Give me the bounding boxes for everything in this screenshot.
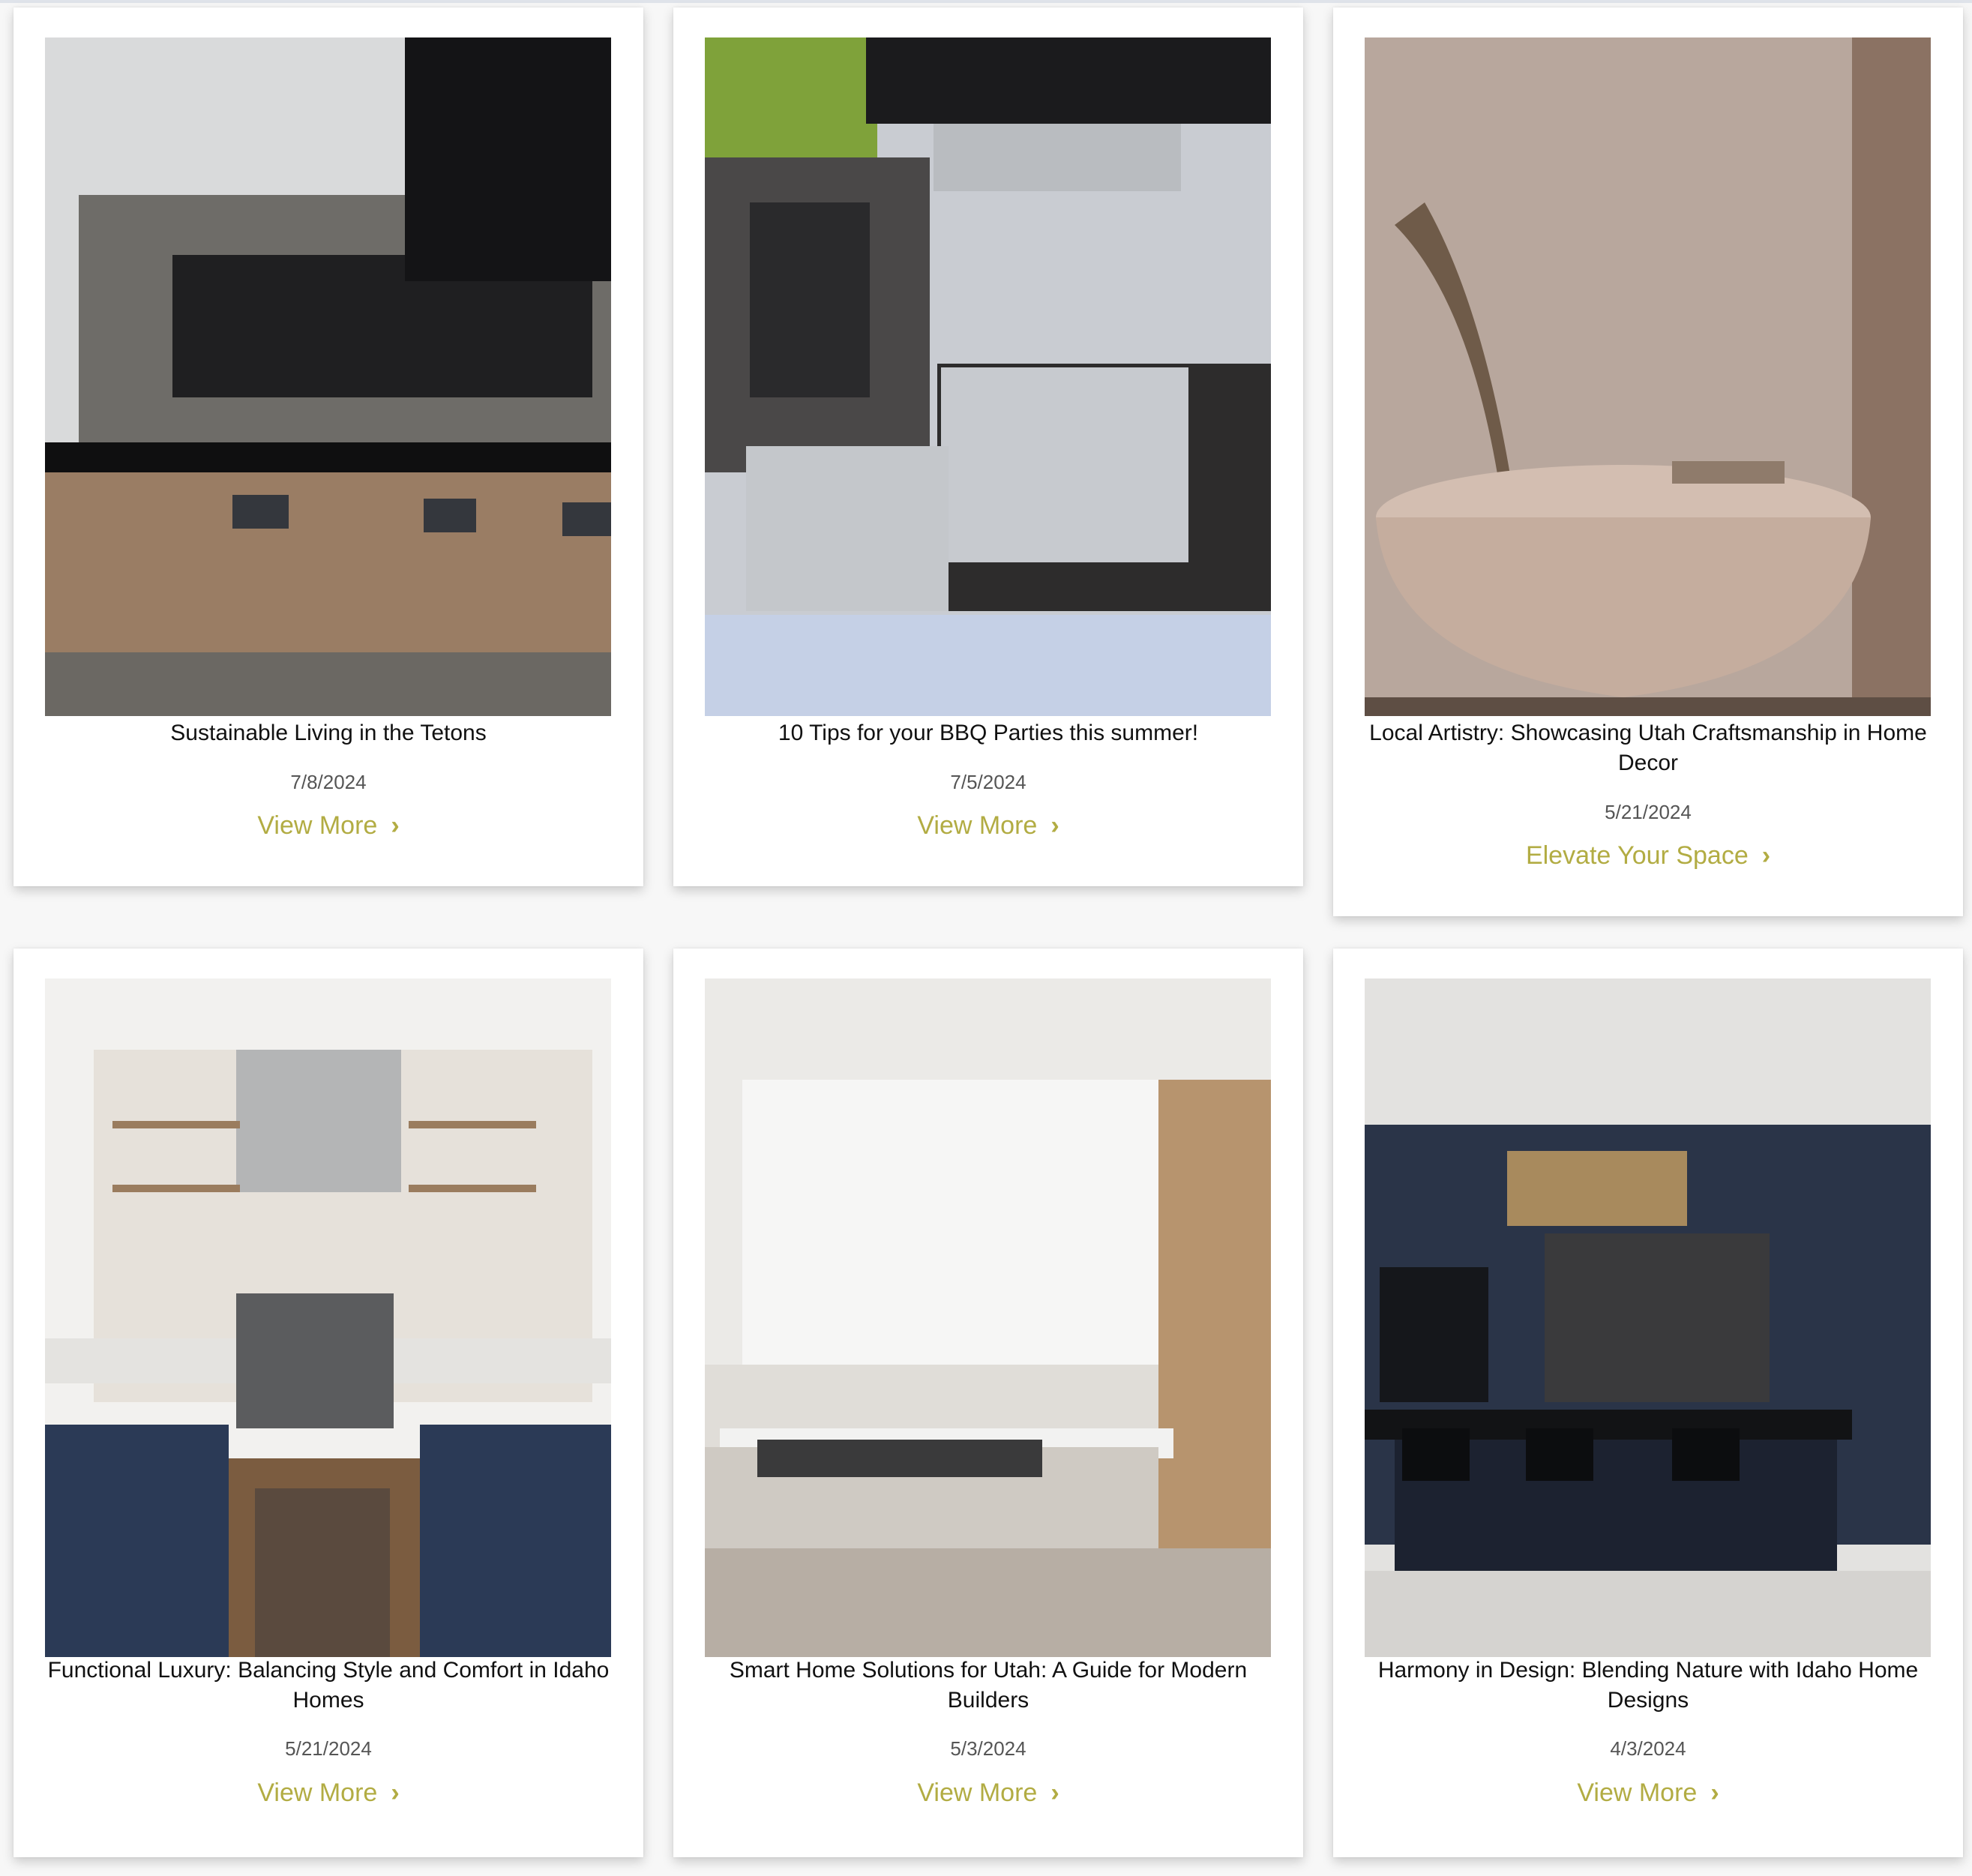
post-title[interactable]: Sustainable Living in the Tetons (43, 718, 613, 748)
link-label: View More (257, 1779, 378, 1807)
post-image[interactable] (1365, 37, 1931, 716)
blog-card: Smart Home Solutions for Utah: A Guide f… (673, 948, 1303, 1857)
chevron-right-icon: › (391, 811, 400, 840)
view-more-link[interactable]: View More › (13, 1779, 643, 1808)
chevron-right-icon: › (1050, 811, 1059, 840)
view-more-link[interactable]: View More › (1333, 1779, 1963, 1808)
chevron-right-icon: › (391, 1779, 400, 1807)
post-title[interactable]: Harmony in Design: Blending Nature with … (1363, 1656, 1933, 1716)
post-title[interactable]: Smart Home Solutions for Utah: A Guide f… (703, 1656, 1273, 1716)
blog-card: Functional Luxury: Balancing Style and C… (13, 948, 643, 1857)
post-date: 7/5/2024 (950, 771, 1026, 793)
link-label: View More (257, 811, 378, 840)
link-label: Elevate Your Space (1525, 841, 1749, 870)
post-date: 5/21/2024 (285, 1737, 372, 1760)
post-date: 7/8/2024 (290, 771, 367, 793)
view-more-link[interactable]: View More › (13, 811, 643, 841)
link-label: View More (917, 811, 1038, 840)
elevate-your-space-link[interactable]: Elevate Your Space › (1333, 841, 1963, 871)
blog-card: 10 Tips for your BBQ Parties this summer… (673, 7, 1303, 886)
post-image[interactable] (705, 978, 1271, 1657)
top-border (0, 0, 1972, 3)
post-title[interactable]: 10 Tips for your BBQ Parties this summer… (703, 718, 1273, 748)
post-image[interactable] (1365, 978, 1931, 1657)
post-title[interactable]: Local Artistry: Showcasing Utah Craftsma… (1363, 718, 1933, 778)
post-image[interactable] (705, 37, 1271, 716)
post-date: 4/3/2024 (1610, 1737, 1686, 1760)
view-more-link[interactable]: View More › (673, 811, 1303, 841)
link-label: View More (1577, 1779, 1698, 1807)
blog-card: Sustainable Living in the Tetons 7/8/202… (13, 7, 643, 886)
view-more-link[interactable]: View More › (673, 1779, 1303, 1808)
post-image[interactable] (45, 978, 611, 1657)
post-image[interactable] (45, 37, 611, 716)
blog-card: Local Artistry: Showcasing Utah Craftsma… (1333, 7, 1963, 916)
post-title[interactable]: Functional Luxury: Balancing Style and C… (43, 1656, 613, 1716)
blog-card: Harmony in Design: Blending Nature with … (1333, 948, 1963, 1857)
post-date: 5/3/2024 (950, 1737, 1026, 1760)
chevron-right-icon: › (1050, 1779, 1059, 1807)
chevron-right-icon: › (1710, 1779, 1719, 1807)
post-date: 5/21/2024 (1605, 801, 1692, 823)
link-label: View More (917, 1779, 1038, 1807)
chevron-right-icon: › (1761, 841, 1771, 870)
